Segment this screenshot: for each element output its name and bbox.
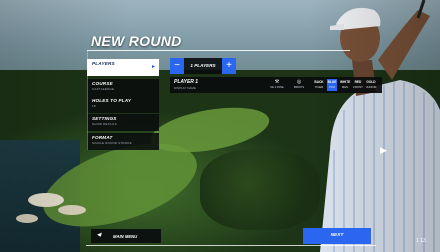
footer-divider [86, 245, 376, 246]
menu-item-format[interactable]: FORMAT SINGLE ROUND STROKE [87, 133, 159, 150]
player-sub-label: DISPLAY NAME [174, 86, 196, 90]
main-menu-label: MAIN MENU [113, 233, 138, 239]
tee-label: TIGER [314, 85, 324, 89]
menu-item-label: PLAYERS [92, 61, 115, 66]
player-row[interactable]: PLAYER 1 DISPLAY NAME ⚒ DE 3 PANE ◎ BIRD… [170, 77, 382, 93]
menu-item-value: 18 [92, 104, 96, 108]
tee-label: FRONT [353, 85, 363, 89]
target-icon: ◎ [296, 79, 302, 85]
next-button[interactable]: NEXT [303, 228, 371, 244]
vignette [0, 0, 440, 252]
next-arrow-icon[interactable]: ▶ [380, 145, 387, 156]
players-count: 1 PLAYERS [184, 58, 222, 74]
menu-item-holes[interactable]: HOLES TO PLAY 18 [87, 96, 159, 113]
increase-players-button[interactable]: + [222, 58, 236, 74]
player-name: PLAYER 1 [174, 79, 199, 85]
menu-item-course[interactable]: COURSE CASTLEEDGE [87, 79, 159, 96]
menu-item-players[interactable]: PLAYERS ▸ [87, 59, 159, 76]
club-option-button[interactable]: ⚒ DE 3 PANE [270, 79, 284, 91]
menu-item-settings[interactable]: SETTINGS SHOW DETAILS [87, 114, 159, 131]
menu-item-value: SINGLE ROUND STROKE [92, 141, 132, 145]
option-label: BIRDITS [293, 86, 305, 89]
chevron-right-icon: ▸ [151, 64, 155, 70]
tee-label: PRO [328, 85, 336, 89]
page-title: NEW ROUND [91, 33, 182, 49]
header-divider [87, 50, 350, 51]
tee-blue-button[interactable]: BLUE PRO [327, 79, 337, 91]
course-background [0, 0, 440, 252]
tee-label: JUNIOR [366, 85, 377, 89]
players-stepper: − 1 PLAYERS + [170, 58, 236, 74]
corner-indicator: 1 13 [416, 238, 426, 244]
tee-label: MEN [341, 85, 349, 89]
main-menu-button[interactable]: ◀ MAIN MENU [91, 229, 161, 243]
menu-item-value: SHOW DETAILS [92, 122, 117, 126]
decrease-players-button[interactable]: − [170, 58, 184, 74]
tee-back-button[interactable]: BACK TIGER [314, 79, 324, 91]
tee-gold-button[interactable]: GOLD JUNIOR [366, 79, 376, 91]
tee-white-button[interactable]: WHITE MEN [340, 79, 350, 91]
option-label: DE 3 PANE [270, 86, 284, 89]
tee-red-button[interactable]: RED FRONT [353, 79, 363, 91]
target-option-button[interactable]: ◎ BIRDITS [292, 79, 306, 91]
golf-club-icon: ⚒ [274, 79, 280, 85]
menu-item-value: CASTLEEDGE [92, 87, 115, 91]
back-arrow-icon: ◀ [97, 232, 101, 238]
